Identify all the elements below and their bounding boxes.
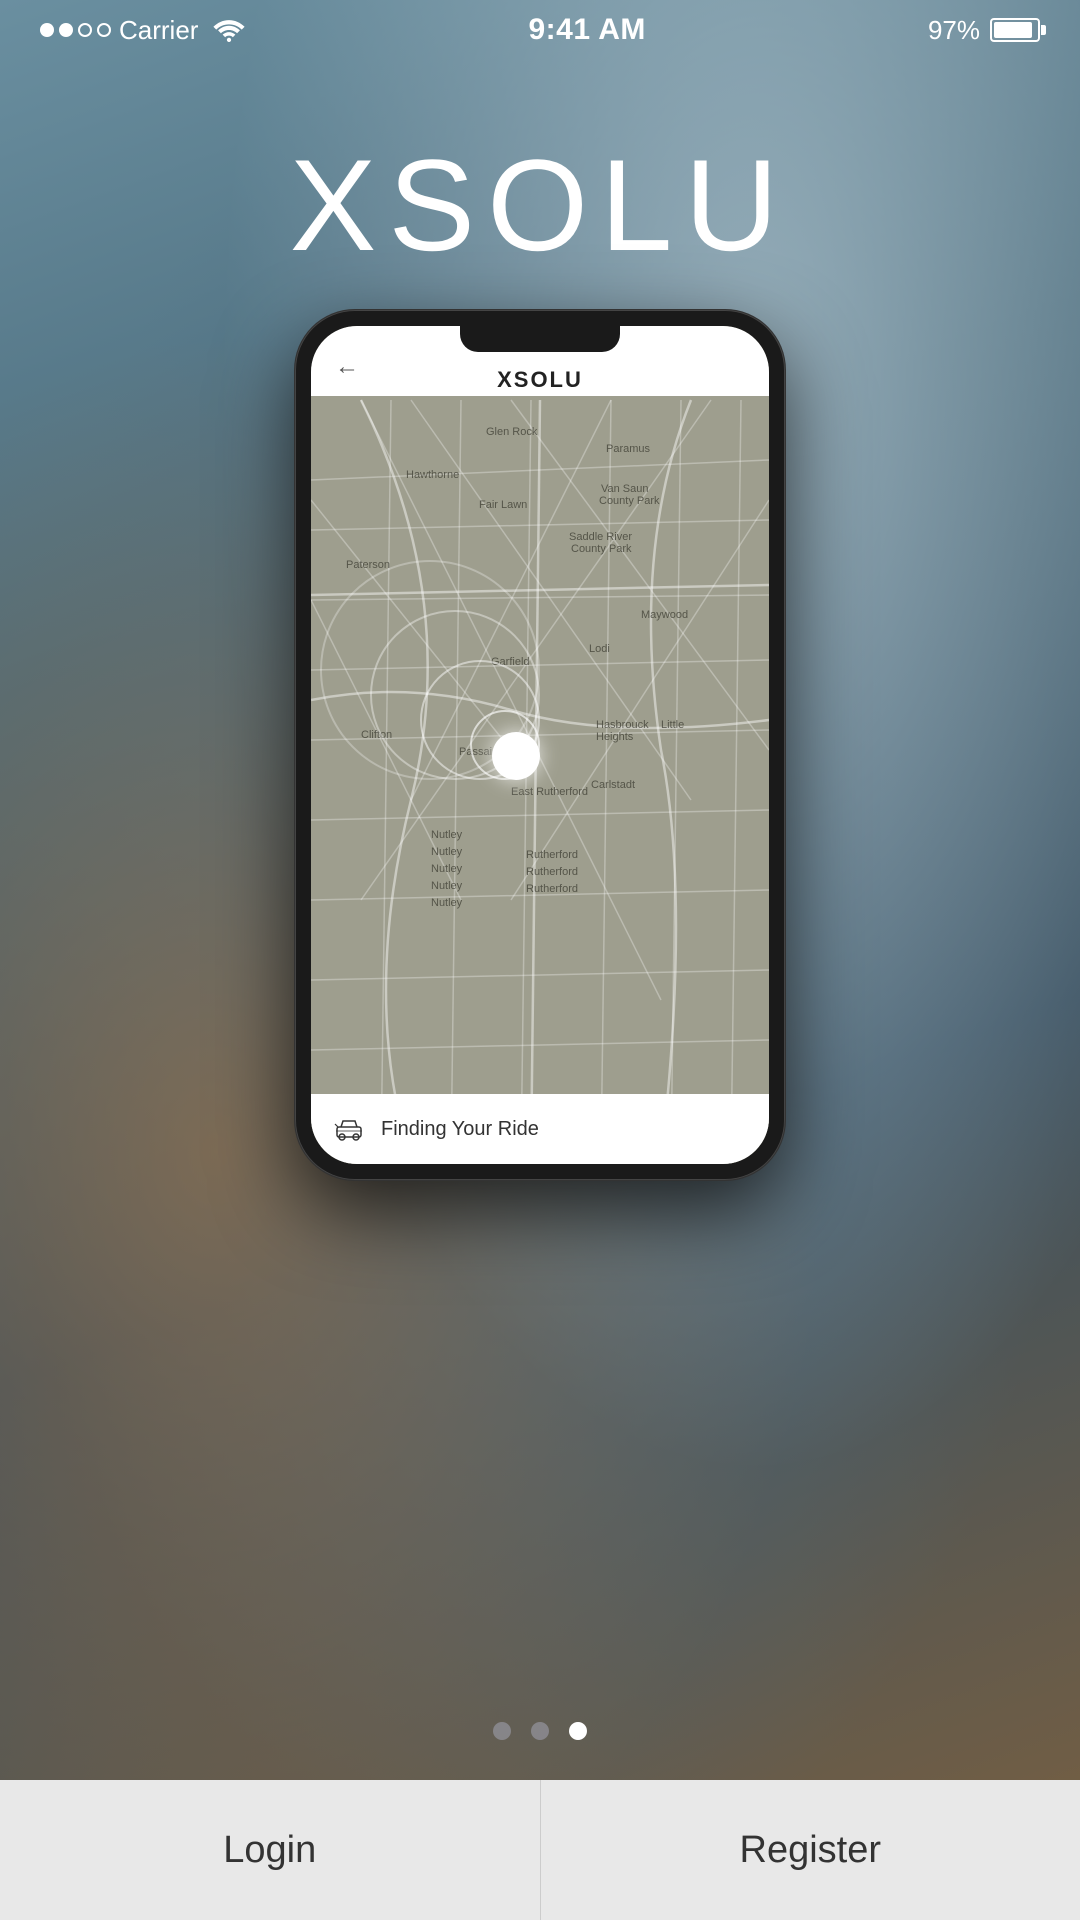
svg-text:Fair Lawn: Fair Lawn — [479, 499, 527, 511]
carrier-label: Carrier — [119, 15, 198, 46]
page-indicator-3[interactable] — [569, 1722, 587, 1740]
signal-dot-1 — [40, 23, 54, 37]
svg-text:Van Saun: Van Saun — [601, 483, 649, 495]
signal-dots — [40, 23, 111, 37]
status-right: 97% — [928, 15, 1040, 46]
svg-text:Nutley: Nutley — [431, 897, 463, 909]
svg-text:Nutley: Nutley — [431, 829, 463, 841]
phone-app-title: XSOLU — [497, 355, 583, 393]
signal-dot-2 — [59, 23, 73, 37]
svg-text:County Park: County Park — [571, 543, 632, 555]
svg-text:Glen Rock: Glen Rock — [486, 426, 538, 438]
page-indicator-1[interactable] — [493, 1722, 511, 1740]
svg-text:Rutherford: Rutherford — [526, 866, 578, 878]
battery-icon — [990, 18, 1040, 42]
svg-text:Hawthorne: Hawthorne — [406, 469, 459, 481]
svg-text:East Rutherford: East Rutherford — [511, 786, 588, 798]
page-indicators — [493, 1722, 587, 1740]
battery-percent: 97% — [928, 15, 980, 46]
status-left: Carrier — [40, 15, 246, 46]
phone-frame: ← XSOLU — [295, 310, 785, 1180]
back-button[interactable]: ← — [335, 341, 359, 381]
phone-screen: ← XSOLU — [311, 326, 769, 1164]
phone-notch — [460, 326, 620, 352]
status-time: 9:41 AM — [528, 13, 645, 47]
signal-dot-4 — [97, 23, 111, 37]
register-button[interactable]: Register — [541, 1780, 1080, 1920]
login-button[interactable]: Login — [0, 1780, 541, 1920]
svg-text:Paramus: Paramus — [606, 443, 651, 455]
map-roads-svg: Glen Rock Paramus Hawthorne Fair Lawn Va… — [311, 396, 769, 1164]
page-indicator-2[interactable] — [531, 1722, 549, 1740]
svg-text:Carlstadt: Carlstadt — [591, 779, 635, 791]
phone-bottom-panel: Finding Your Ride — [311, 1094, 769, 1164]
svg-text:Rutherford: Rutherford — [526, 849, 578, 861]
app-title: XSOLU — [0, 130, 1080, 280]
radar-center-dot — [492, 732, 540, 780]
svg-text:Rutherford: Rutherford — [526, 883, 578, 895]
wifi-icon — [212, 18, 246, 42]
finding-ride-text: Finding Your Ride — [381, 1118, 539, 1141]
svg-text:Nutley: Nutley — [431, 880, 463, 892]
signal-dot-3 — [78, 23, 92, 37]
map-area: Glen Rock Paramus Hawthorne Fair Lawn Va… — [311, 396, 769, 1164]
svg-text:Hasbrouck: Hasbrouck — [596, 719, 649, 731]
svg-text:Nutley: Nutley — [431, 863, 463, 875]
svg-text:Nutley: Nutley — [431, 846, 463, 858]
ride-finding-icon — [331, 1111, 367, 1147]
svg-text:Saddle River: Saddle River — [569, 531, 632, 543]
svg-text:Lodi: Lodi — [589, 643, 610, 655]
bottom-bar: Login Register — [0, 1780, 1080, 1920]
svg-text:Maywood: Maywood — [641, 609, 688, 621]
svg-text:Little: Little — [661, 719, 684, 731]
phone-mockup: ← XSOLU — [295, 310, 785, 1180]
svg-text:Heights: Heights — [596, 731, 634, 743]
svg-text:County Park: County Park — [599, 495, 660, 507]
status-bar: Carrier 9:41 AM 97% — [0, 0, 1080, 60]
